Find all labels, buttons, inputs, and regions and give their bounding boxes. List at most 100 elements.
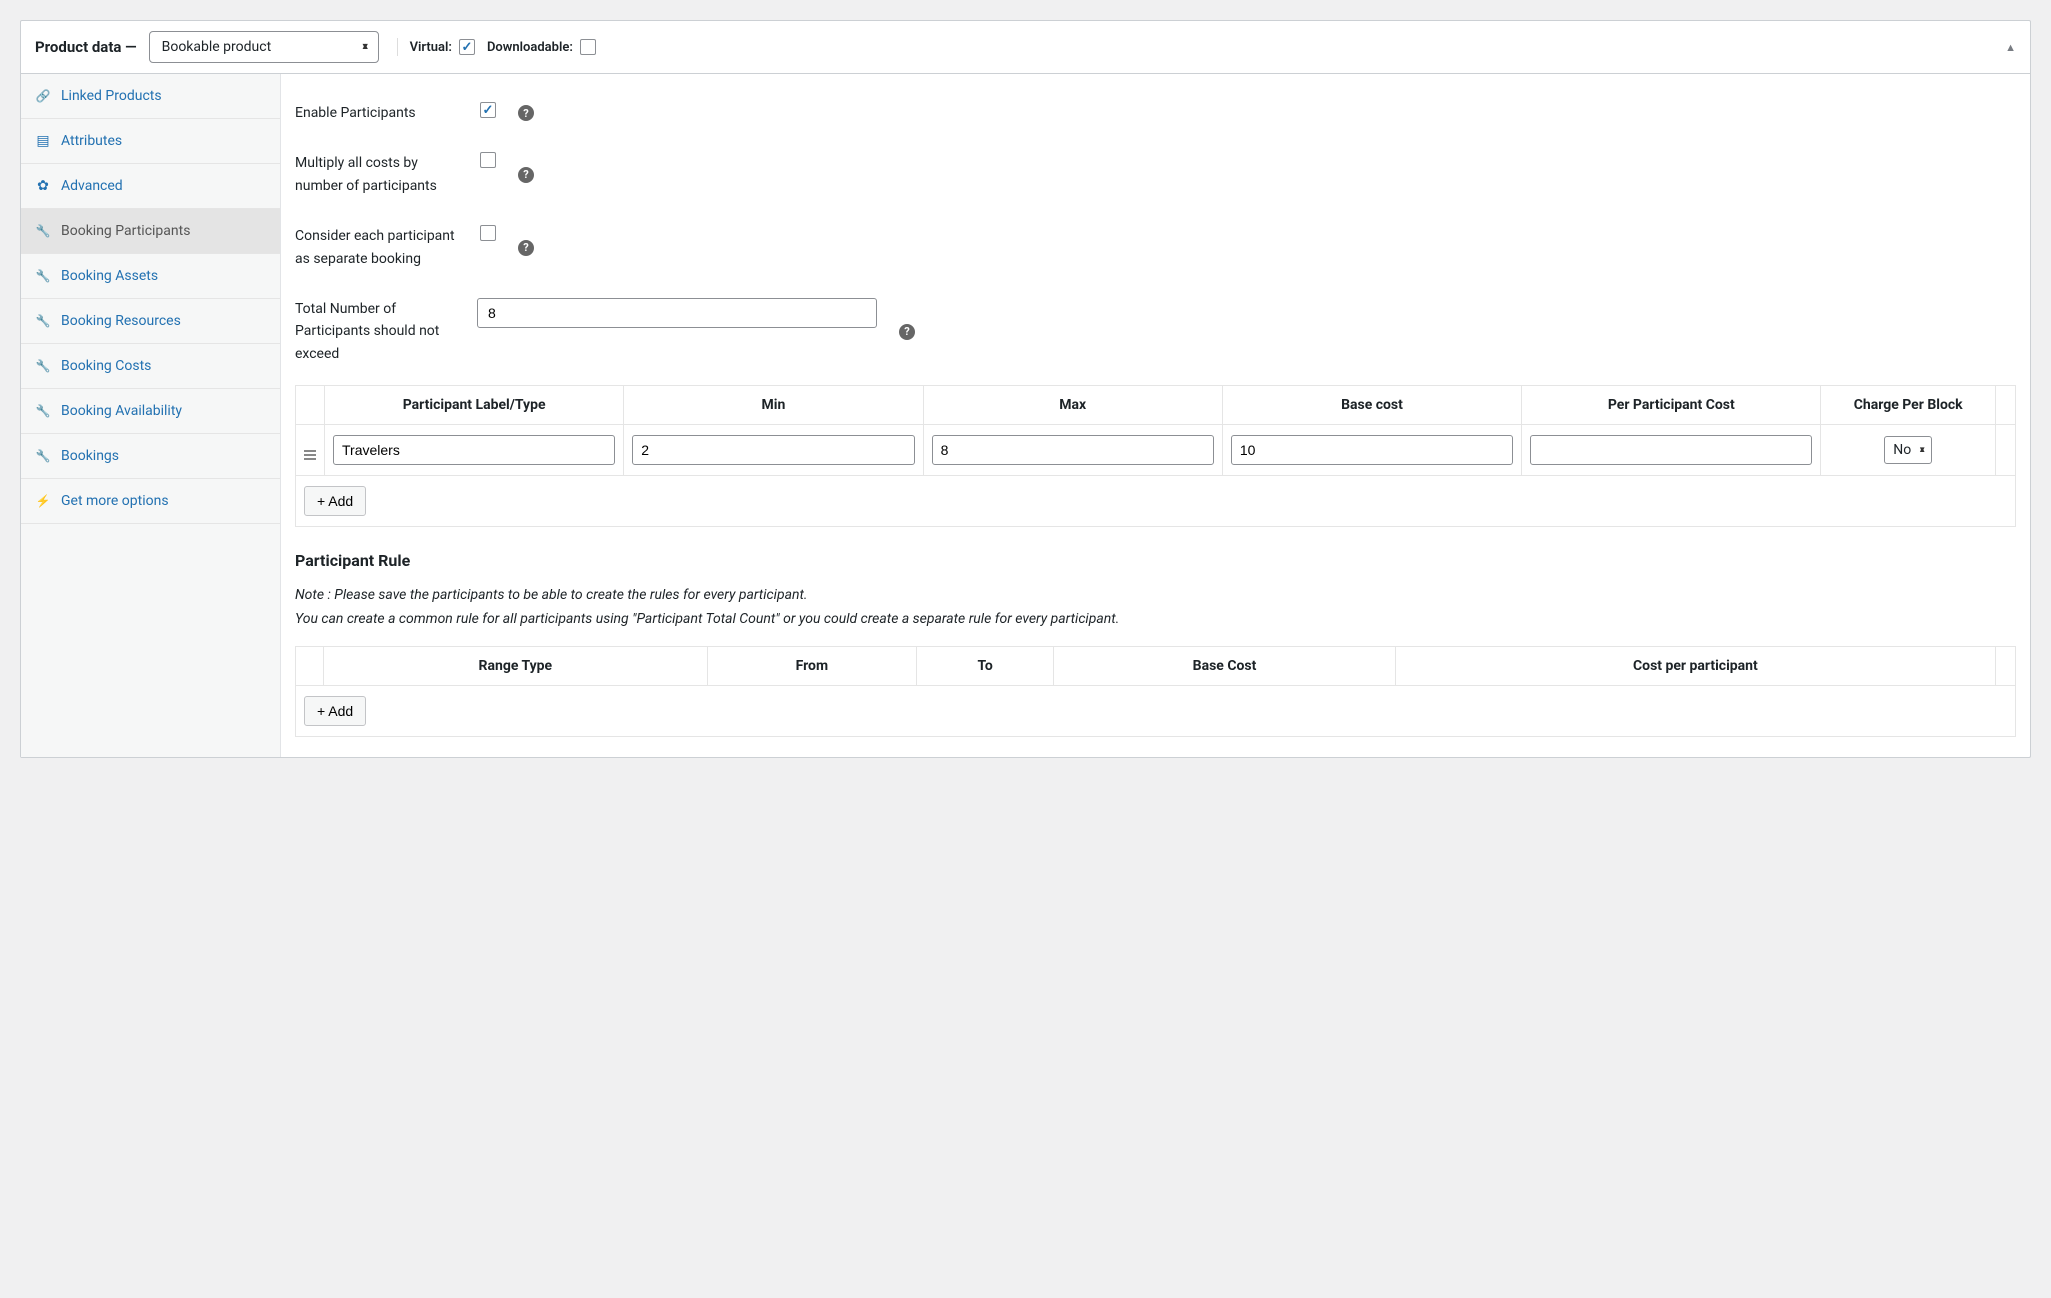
max-participants-row: Total Number of Participants should not … bbox=[295, 284, 2016, 379]
max-participants-input[interactable] bbox=[477, 298, 877, 328]
table-row: No ▲▼ bbox=[296, 425, 2016, 476]
participants-table: Participant Label/Type Min Max Base cost… bbox=[295, 385, 2016, 527]
wrench-icon bbox=[35, 268, 51, 284]
sidebar-item-booking-participants[interactable]: Booking Participants bbox=[21, 209, 280, 254]
virtual-checkbox[interactable] bbox=[459, 39, 475, 55]
col-cost-per-participant: Cost per participant bbox=[1395, 646, 1995, 685]
enable-participants-checkbox[interactable] bbox=[480, 102, 496, 118]
sidebar-item-advanced[interactable]: Advanced bbox=[21, 164, 280, 209]
sidebar-item-label: Booking Resources bbox=[61, 313, 181, 329]
drag-column-header bbox=[296, 646, 324, 685]
plug-icon bbox=[35, 493, 51, 509]
sidebar-item-label: Booking Participants bbox=[61, 223, 190, 239]
hamburger-icon bbox=[304, 450, 316, 460]
panel-body: Linked Products Attributes Advanced Book… bbox=[21, 74, 2030, 757]
enable-participants-row: Enable Participants ? bbox=[295, 88, 2016, 138]
sidebar-item-attributes[interactable]: Attributes bbox=[21, 119, 280, 164]
col-range-type: Range Type bbox=[324, 646, 708, 685]
sidebar-item-label: Attributes bbox=[61, 133, 122, 149]
sidebar-item-label: Booking Assets bbox=[61, 268, 158, 284]
multiply-costs-row: Multiply all costs by number of particip… bbox=[295, 138, 2016, 211]
separate-booking-checkbox[interactable] bbox=[480, 225, 496, 241]
participant-min-input[interactable] bbox=[632, 435, 914, 465]
downloadable-field: Downloadable: bbox=[487, 39, 596, 55]
sidebar-item-bookings[interactable]: Bookings bbox=[21, 434, 280, 479]
collapse-toggle-icon[interactable]: ▲ bbox=[2005, 41, 2016, 54]
gear-icon bbox=[35, 178, 51, 194]
charge-per-block-value: No bbox=[1893, 442, 1911, 458]
note-line-2: You can create a common rule for all par… bbox=[295, 608, 2016, 632]
col-to: To bbox=[917, 646, 1054, 685]
sidebar-item-label: Booking Costs bbox=[61, 358, 151, 374]
panel-title: Product data — bbox=[35, 38, 137, 56]
col-per-participant-cost: Per Participant Cost bbox=[1522, 386, 1821, 425]
sidebar-item-label: Get more options bbox=[61, 493, 169, 509]
multiply-costs-checkbox[interactable] bbox=[480, 152, 496, 168]
product-data-panel: Product data — Bookable product ▲▼ Virtu… bbox=[20, 20, 2031, 758]
delete-column-header bbox=[1996, 386, 2016, 425]
charge-per-block-select[interactable]: No ▲▼ bbox=[1884, 436, 1932, 464]
sidebar-item-booking-assets[interactable]: Booking Assets bbox=[21, 254, 280, 299]
table-header-row: Participant Label/Type Min Max Base cost… bbox=[296, 386, 2016, 425]
wrench-icon bbox=[35, 448, 51, 464]
participant-per-participant-cost-input[interactable] bbox=[1530, 435, 1812, 465]
sidebar-item-booking-availability[interactable]: Booking Availability bbox=[21, 389, 280, 434]
help-icon[interactable]: ? bbox=[518, 240, 534, 256]
col-charge-per-block: Charge Per Block bbox=[1821, 386, 1996, 425]
separate-booking-row: Consider each participant as separate bo… bbox=[295, 211, 2016, 284]
wrench-icon bbox=[35, 358, 51, 374]
col-label: Participant Label/Type bbox=[325, 386, 624, 425]
link-icon bbox=[35, 88, 51, 104]
table-add-row: + Add bbox=[296, 686, 2016, 737]
wrench-icon bbox=[35, 403, 51, 419]
participant-base-cost-input[interactable] bbox=[1231, 435, 1513, 465]
col-max: Max bbox=[923, 386, 1222, 425]
col-from: From bbox=[707, 646, 916, 685]
wrench-icon bbox=[35, 223, 51, 239]
divider bbox=[397, 38, 398, 56]
sidebar-item-booking-costs[interactable]: Booking Costs bbox=[21, 344, 280, 389]
table-add-row: + Add bbox=[296, 476, 2016, 527]
max-participants-label: Total Number of Participants should not … bbox=[295, 298, 465, 365]
drag-handle[interactable] bbox=[296, 425, 325, 476]
sidebar-item-label: Linked Products bbox=[61, 88, 162, 104]
delete-cell bbox=[1996, 425, 2016, 476]
col-min: Min bbox=[624, 386, 923, 425]
add-rule-button[interactable]: + Add bbox=[304, 696, 366, 726]
help-icon[interactable]: ? bbox=[518, 105, 534, 121]
sidebar-item-linked-products[interactable]: Linked Products bbox=[21, 74, 280, 119]
product-type-value: Bookable product bbox=[162, 39, 272, 55]
layout-icon bbox=[35, 133, 51, 149]
tab-content: Enable Participants ? Multiply all costs… bbox=[281, 74, 2030, 757]
downloadable-label: Downloadable: bbox=[487, 40, 573, 55]
add-participant-button[interactable]: + Add bbox=[304, 486, 366, 516]
delete-column-header bbox=[1996, 646, 2016, 685]
participant-rule-table: Range Type From To Base Cost Cost per pa… bbox=[295, 646, 2016, 737]
sidebar-item-label: Bookings bbox=[61, 448, 119, 464]
virtual-label: Virtual: bbox=[410, 40, 452, 55]
wrench-icon bbox=[35, 313, 51, 329]
side-tabs: Linked Products Attributes Advanced Book… bbox=[21, 74, 281, 757]
sidebar-item-label: Advanced bbox=[61, 178, 123, 194]
sidebar-item-booking-resources[interactable]: Booking Resources bbox=[21, 299, 280, 344]
table-header-row: Range Type From To Base Cost Cost per pa… bbox=[296, 646, 2016, 685]
note-line-1: Note : Please save the participants to b… bbox=[295, 584, 2016, 608]
participant-rule-note: Note : Please save the participants to b… bbox=[295, 584, 2016, 632]
enable-participants-label: Enable Participants bbox=[295, 102, 465, 124]
sidebar-item-label: Booking Availability bbox=[61, 403, 182, 419]
drag-column-header bbox=[296, 386, 325, 425]
participant-rule-heading: Participant Rule bbox=[295, 551, 2016, 570]
participant-max-input[interactable] bbox=[932, 435, 1214, 465]
separate-booking-label: Consider each participant as separate bo… bbox=[295, 225, 465, 270]
multiply-costs-label: Multiply all costs by number of particip… bbox=[295, 152, 465, 197]
panel-header: Product data — Bookable product ▲▼ Virtu… bbox=[21, 21, 2030, 74]
help-icon[interactable]: ? bbox=[899, 324, 915, 340]
help-icon[interactable]: ? bbox=[518, 167, 534, 183]
participant-label-input[interactable] bbox=[333, 435, 615, 465]
col-base-cost: Base cost bbox=[1222, 386, 1521, 425]
product-type-select[interactable]: Bookable product ▲▼ bbox=[149, 31, 379, 63]
downloadable-checkbox[interactable] bbox=[580, 39, 596, 55]
col-rule-base-cost: Base Cost bbox=[1054, 646, 1396, 685]
sidebar-item-get-more-options[interactable]: Get more options bbox=[21, 479, 280, 524]
virtual-field: Virtual: bbox=[410, 39, 475, 55]
